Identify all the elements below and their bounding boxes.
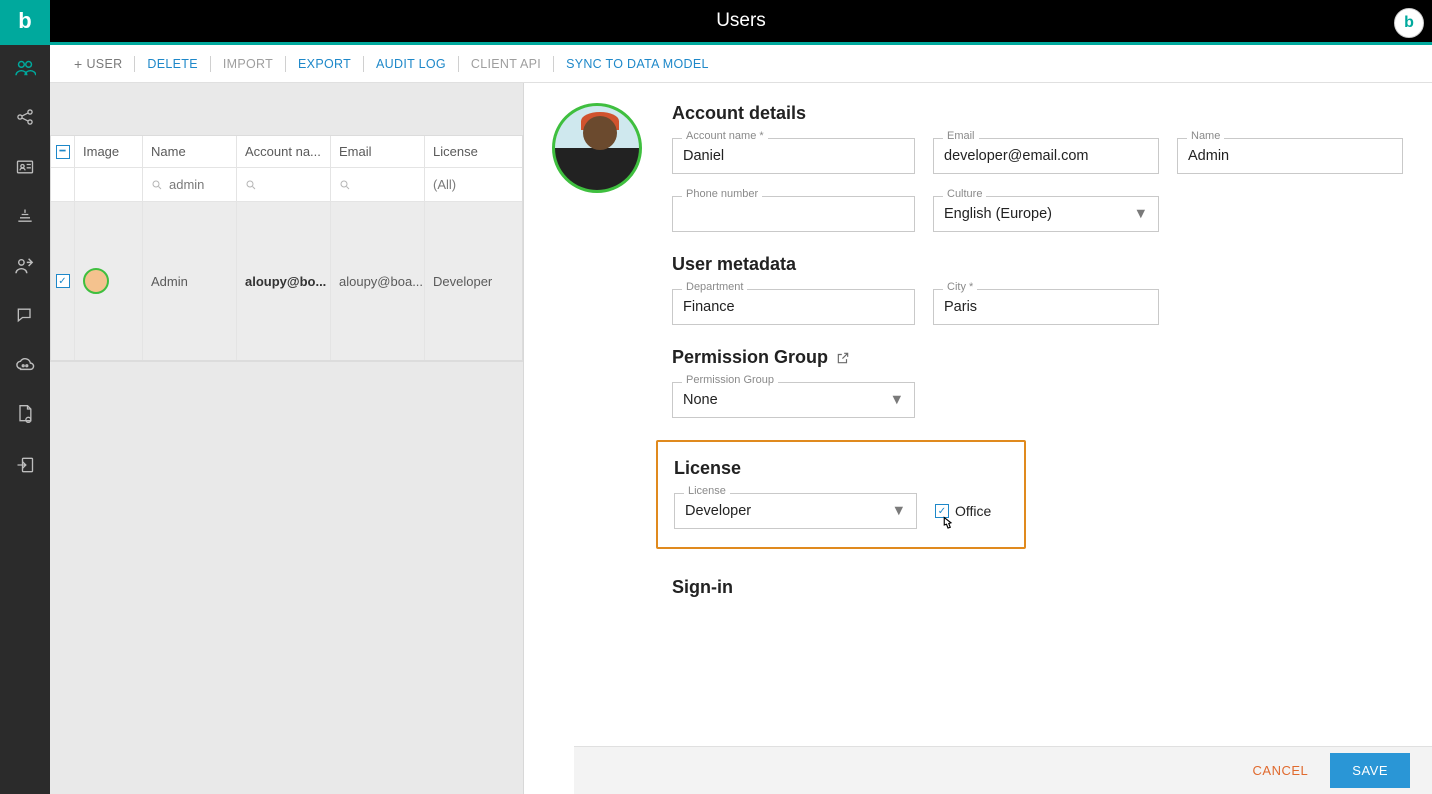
license-highlight: License License Developer ▼ (656, 440, 1026, 549)
chevron-down-icon: ▼ (1134, 206, 1148, 222)
name-input[interactable] (1177, 138, 1403, 174)
table-row[interactable]: ✓ Admin aloupy@bo... aloupy@boa... Devel… (51, 202, 522, 360)
department-label: Department (682, 281, 747, 293)
share-icon[interactable] (15, 107, 35, 127)
import-icon[interactable] (15, 455, 35, 475)
brand-badge[interactable]: b (1394, 8, 1424, 38)
chevron-down-icon: ▼ (892, 503, 906, 519)
avatar (83, 268, 109, 294)
filter-account[interactable] (237, 168, 331, 201)
filter-name[interactable]: admin (143, 168, 237, 201)
user-arrow-icon[interactable] (14, 257, 36, 275)
row-checkbox[interactable]: ✓ (56, 274, 70, 288)
filter-email[interactable] (331, 168, 425, 201)
stack-icon[interactable] (15, 207, 35, 227)
col-header-email[interactable]: Email (331, 136, 425, 167)
users-icon[interactable] (14, 59, 36, 77)
cancel-button[interactable]: CANCEL (1253, 763, 1309, 778)
external-link-icon[interactable] (836, 351, 850, 365)
col-header-image[interactable]: Image (75, 136, 143, 167)
delete-button[interactable]: DELETE (135, 57, 209, 71)
search-icon (151, 179, 163, 191)
select-all-checkbox[interactable]: ━ (56, 145, 70, 159)
export-button[interactable]: EXPORT (286, 57, 363, 71)
user-list-pane: ━ Image Name Account na... Email License… (50, 83, 524, 794)
permission-group-label: Permission Group (682, 374, 778, 386)
phone-input[interactable] (672, 196, 915, 232)
row-license: Developer (425, 202, 522, 360)
permission-group-select[interactable]: None ▼ (672, 382, 915, 418)
cursor-icon (939, 515, 957, 535)
filter-license[interactable]: (All) (425, 168, 522, 201)
id-card-icon[interactable] (15, 157, 35, 177)
user-avatar-large[interactable] (552, 103, 642, 193)
city-input[interactable] (933, 289, 1159, 325)
section-sign-in: Sign-in (672, 577, 1412, 598)
file-badge-icon[interactable] (15, 403, 35, 425)
detail-footer: CANCEL SAVE (574, 746, 1432, 794)
col-header-name[interactable]: Name (143, 136, 237, 167)
chevron-down-icon: ▼ (890, 392, 904, 408)
license-label: License (684, 485, 730, 497)
audit-log-button[interactable]: AUDIT LOG (364, 57, 458, 71)
cloud-icon[interactable] (14, 355, 36, 373)
email-input[interactable] (933, 138, 1159, 174)
add-user-button[interactable]: +USER (62, 56, 134, 72)
phone-label: Phone number (682, 188, 762, 200)
col-header-account[interactable]: Account na... (237, 136, 331, 167)
import-button[interactable]: IMPORT (211, 57, 285, 71)
account-name-input[interactable] (672, 138, 915, 174)
page-title: Users (50, 10, 1432, 32)
account-name-label: Account name * (682, 130, 768, 142)
name-label: Name (1187, 130, 1224, 142)
toolbar: +USER DELETE IMPORT EXPORT AUDIT LOG CLI… (50, 45, 1432, 83)
search-icon (245, 179, 257, 191)
section-license: License (674, 458, 1008, 479)
chat-icon[interactable] (15, 305, 35, 325)
top-header: b Users b (0, 0, 1432, 45)
section-account-details: Account details (672, 103, 1412, 124)
row-account: aloupy@bo... (237, 202, 331, 360)
city-label: City * (943, 281, 977, 293)
culture-label: Culture (943, 188, 986, 200)
app-logo[interactable]: b (0, 0, 50, 44)
client-api-button[interactable]: CLIENT API (459, 57, 553, 71)
side-nav (0, 45, 50, 794)
col-header-license[interactable]: License (425, 136, 522, 167)
license-select[interactable]: Developer ▼ (674, 493, 917, 529)
email-label: Email (943, 130, 979, 142)
search-icon (339, 179, 351, 191)
office-label: Office (955, 503, 991, 519)
section-permission-group: Permission Group (672, 347, 1412, 368)
culture-select[interactable]: English (Europe) ▼ (933, 196, 1159, 232)
user-detail-pane: Account details Account name * Email (524, 83, 1432, 794)
user-table: ━ Image Name Account na... Email License… (50, 135, 523, 361)
sync-button[interactable]: SYNC TO DATA MODEL (554, 57, 721, 71)
save-button[interactable]: SAVE (1330, 753, 1410, 788)
section-user-metadata: User metadata (672, 254, 1412, 275)
department-input[interactable] (672, 289, 915, 325)
row-name: Admin (143, 202, 237, 360)
row-email: aloupy@boa... (331, 202, 425, 360)
